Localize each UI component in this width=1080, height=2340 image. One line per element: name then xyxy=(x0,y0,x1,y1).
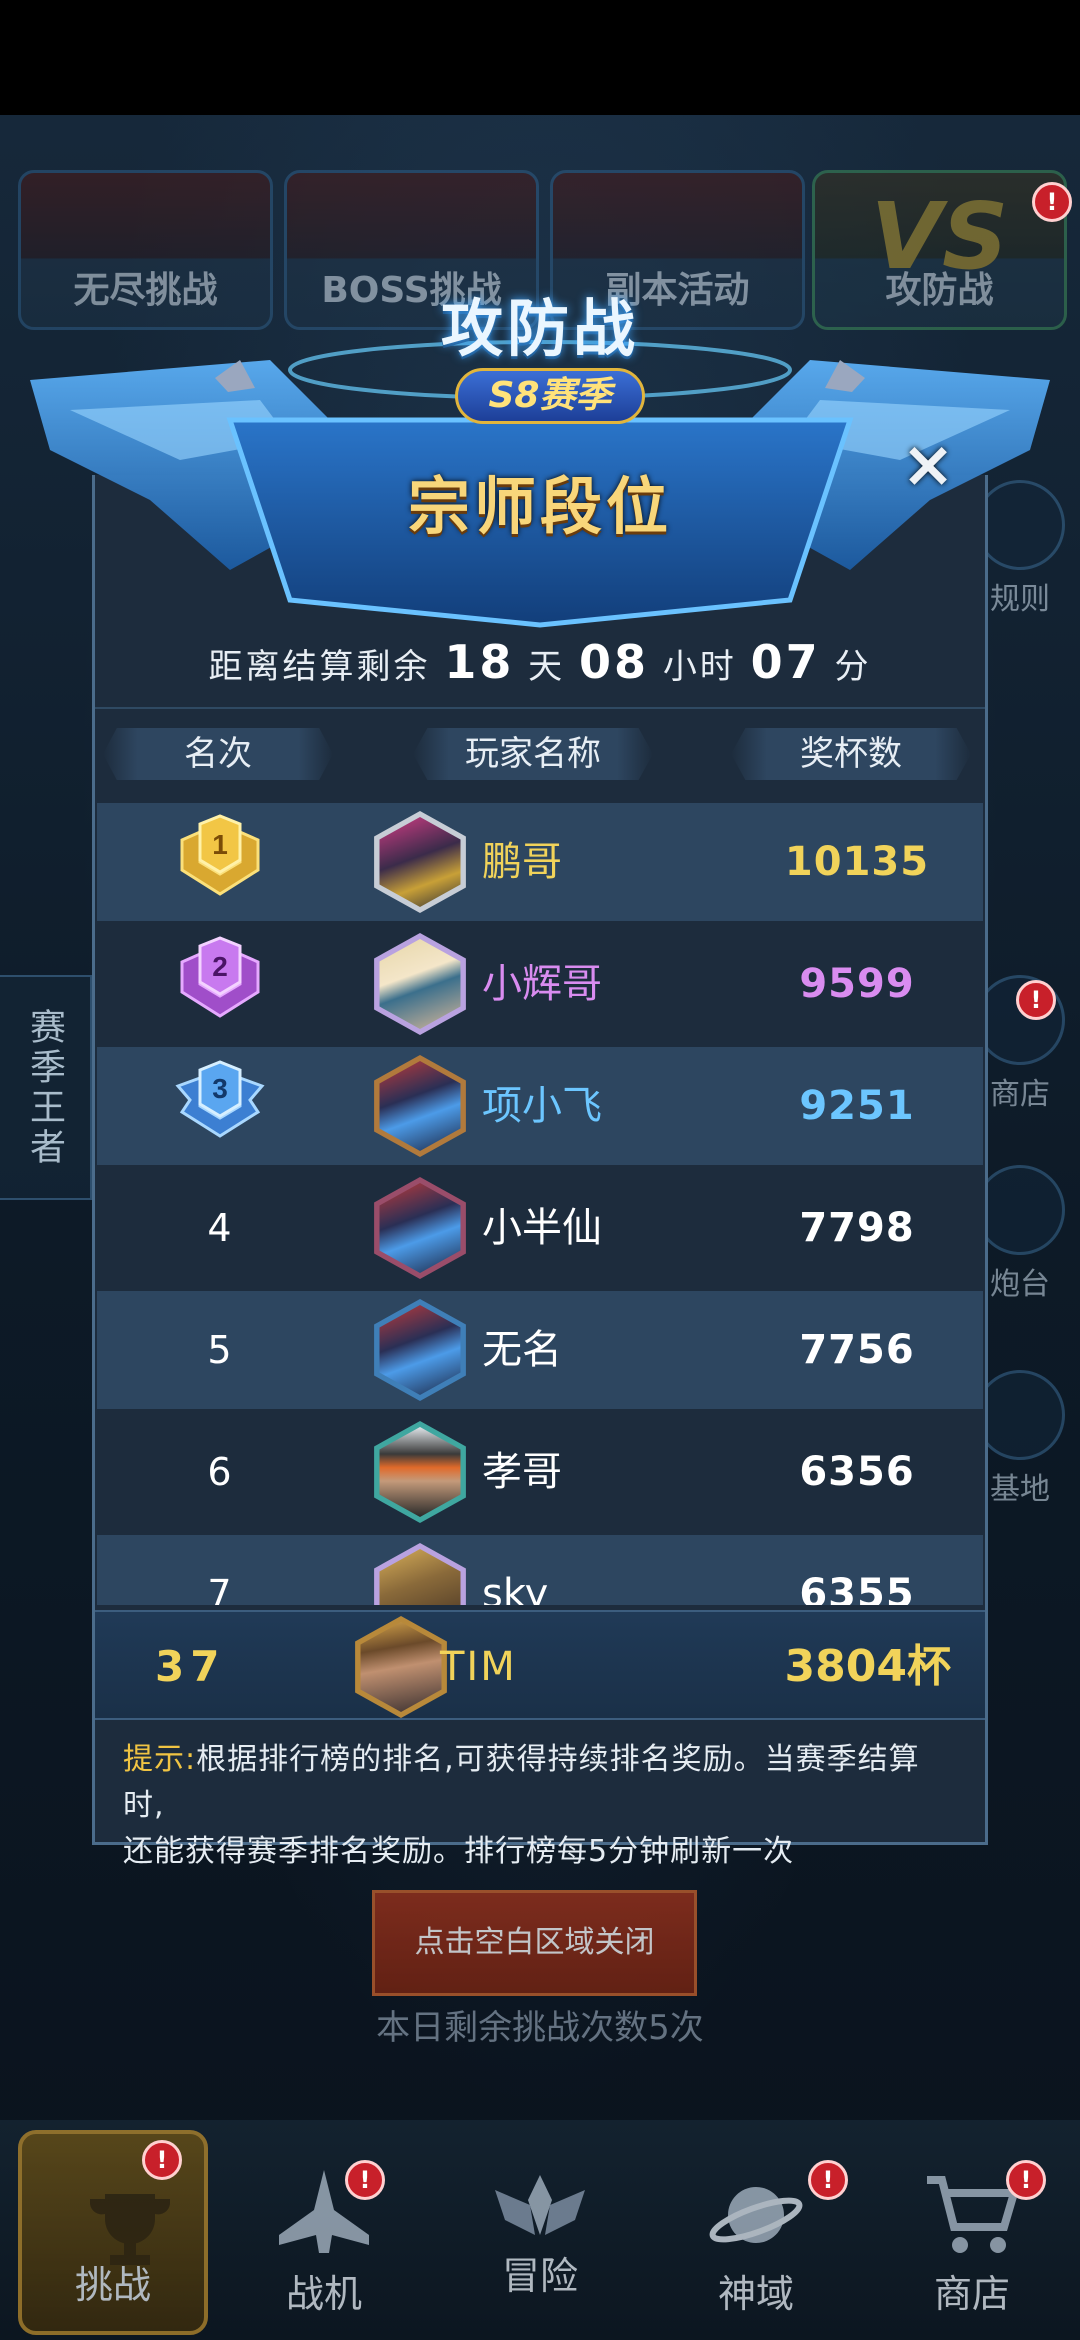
divider xyxy=(95,707,985,709)
nav-alert-badge: ! xyxy=(1006,2160,1046,2200)
close-hint-button[interactable]: 点击空白区域关闭 xyxy=(372,1890,697,1996)
table-row[interactable]: 4 小半仙 7798 xyxy=(97,1169,983,1287)
my-rank: 37 xyxy=(155,1642,226,1691)
shop-alert-badge: ! xyxy=(1016,980,1056,1020)
status-bar xyxy=(0,0,1080,115)
nav-label: 战机 xyxy=(285,2272,362,2316)
player-name: 小半仙 xyxy=(482,1205,602,1251)
player-name: 孝哥 xyxy=(482,1449,562,1495)
remaining-attempts: 本日剩余挑战次数5次 xyxy=(376,2008,704,2048)
rank-medal-gold-icon: 1 xyxy=(137,803,302,921)
nav-alert-badge: ! xyxy=(345,2160,385,2200)
turret-icon xyxy=(975,1165,1065,1255)
nav-alert-badge: ! xyxy=(808,2160,848,2200)
planet-icon xyxy=(709,2187,803,2243)
season-badge: S8赛季 xyxy=(455,368,645,424)
tip-line-2: 还能获得赛季排名奖励。排行榜每5分钟刷新一次 xyxy=(123,1834,795,1869)
rank-medal-blue-icon: 3 xyxy=(137,1047,302,1165)
nav-label: 挑战 xyxy=(74,2263,151,2307)
avatar xyxy=(379,1549,461,1605)
close-icon[interactable]: × xyxy=(893,430,963,500)
trophy-count: 6355 xyxy=(799,1571,915,1605)
table-row[interactable]: 1 鹏哥 10135 xyxy=(97,803,983,921)
countdown-hours: 08 xyxy=(578,635,649,689)
column-header-rank: 名次 xyxy=(103,728,333,780)
base-icon xyxy=(975,1370,1065,1460)
svg-text:3: 3 xyxy=(212,1073,228,1104)
column-header-trophies: 奖杯数 xyxy=(731,728,971,780)
table-row[interactable]: 2 小辉哥 9599 xyxy=(97,925,983,1043)
trophy-count: 9251 xyxy=(799,1083,915,1129)
nav-alert-badge: ! xyxy=(142,2140,182,2180)
player-name: 无名 xyxy=(482,1327,562,1373)
rank-number: 6 xyxy=(207,1450,232,1494)
table-row[interactable]: 5 无名 7756 xyxy=(97,1291,983,1409)
leaderboard-list[interactable]: 1 鹏哥 10135 2 小辉哥 9599 3 项小飞 9251 4 小半仙 7… xyxy=(97,803,983,1605)
player-name: 项小飞 xyxy=(482,1083,602,1129)
svg-text:2: 2 xyxy=(212,951,228,982)
svg-text:1: 1 xyxy=(212,829,228,860)
countdown-hours-unit: 小时 xyxy=(662,647,737,687)
nav-label: 商店 xyxy=(933,2272,1010,2316)
my-trophy-count: 3804杯 xyxy=(784,1641,951,1692)
bottom-nav: 挑战 ! 战机 ! 冒险 神域 ! 商店 ! xyxy=(0,2120,1080,2340)
trophy-count: 6356 xyxy=(799,1449,915,1495)
countdown-prefix: 距离结算剩余 xyxy=(208,647,431,687)
countdown-days-unit: 天 xyxy=(528,647,566,687)
countdown-minutes-unit: 分 xyxy=(834,647,872,687)
countdown-minutes: 07 xyxy=(750,635,821,689)
player-name: 小辉哥 xyxy=(482,961,602,1007)
season-king-panel[interactable]: 赛季王者 xyxy=(0,975,92,1200)
column-header-player: 玩家名称 xyxy=(413,728,653,780)
tip-prefix: 提示: xyxy=(123,1742,197,1777)
tip-line-1: 根据排行榜的排名,可获得持续排名奖励。当赛季结算时, xyxy=(123,1742,920,1823)
tab-alert-badge: ! xyxy=(1032,182,1072,222)
rank-number: 7 xyxy=(207,1572,232,1605)
my-rank-row: 37 TIM 3804杯 xyxy=(95,1610,985,1720)
trophy-count: 7756 xyxy=(799,1327,915,1373)
nav-divine-realm[interactable]: 神域 xyxy=(648,2120,864,2340)
trophy-count: 7798 xyxy=(799,1205,915,1251)
trophy-count: 9599 xyxy=(799,961,915,1007)
rank-number: 4 xyxy=(207,1206,232,1250)
tip-text: 提示:根据排行榜的排名,可获得持续排名奖励。当赛季结算时, 还能获得赛季排名奖励… xyxy=(123,1737,957,1875)
settlement-countdown: 距离结算剩余 18 天 08 小时 07 分 xyxy=(95,635,985,689)
my-name: TIM xyxy=(440,1644,517,1690)
table-row[interactable]: 3 项小飞 9251 xyxy=(97,1047,983,1165)
table-row[interactable]: 6 孝哥 6356 xyxy=(97,1413,983,1531)
countdown-days: 18 xyxy=(444,635,515,689)
nav-fighter[interactable]: 战机 xyxy=(216,2120,432,2340)
rank-number: 5 xyxy=(207,1328,232,1372)
rank-medal-purple-icon: 2 xyxy=(137,925,302,1043)
nav-label: 神域 xyxy=(717,2272,794,2316)
nav-adventure[interactable]: 冒险 xyxy=(432,2120,648,2340)
player-name: sky xyxy=(482,1571,549,1605)
nav-label: 冒险 xyxy=(501,2254,578,2298)
nav-shop[interactable]: 商店 xyxy=(864,2120,1080,2340)
player-name: 鹏哥 xyxy=(482,839,562,885)
modal-title: 攻防战 xyxy=(440,292,639,365)
trophy-count: 10135 xyxy=(784,839,930,885)
table-row[interactable]: 7 sky 6355 xyxy=(97,1535,983,1605)
leaderboard-modal: 距离结算剩余 18 天 08 小时 07 分 名次 玩家名称 奖杯数 1 鹏哥 … xyxy=(92,475,988,1869)
